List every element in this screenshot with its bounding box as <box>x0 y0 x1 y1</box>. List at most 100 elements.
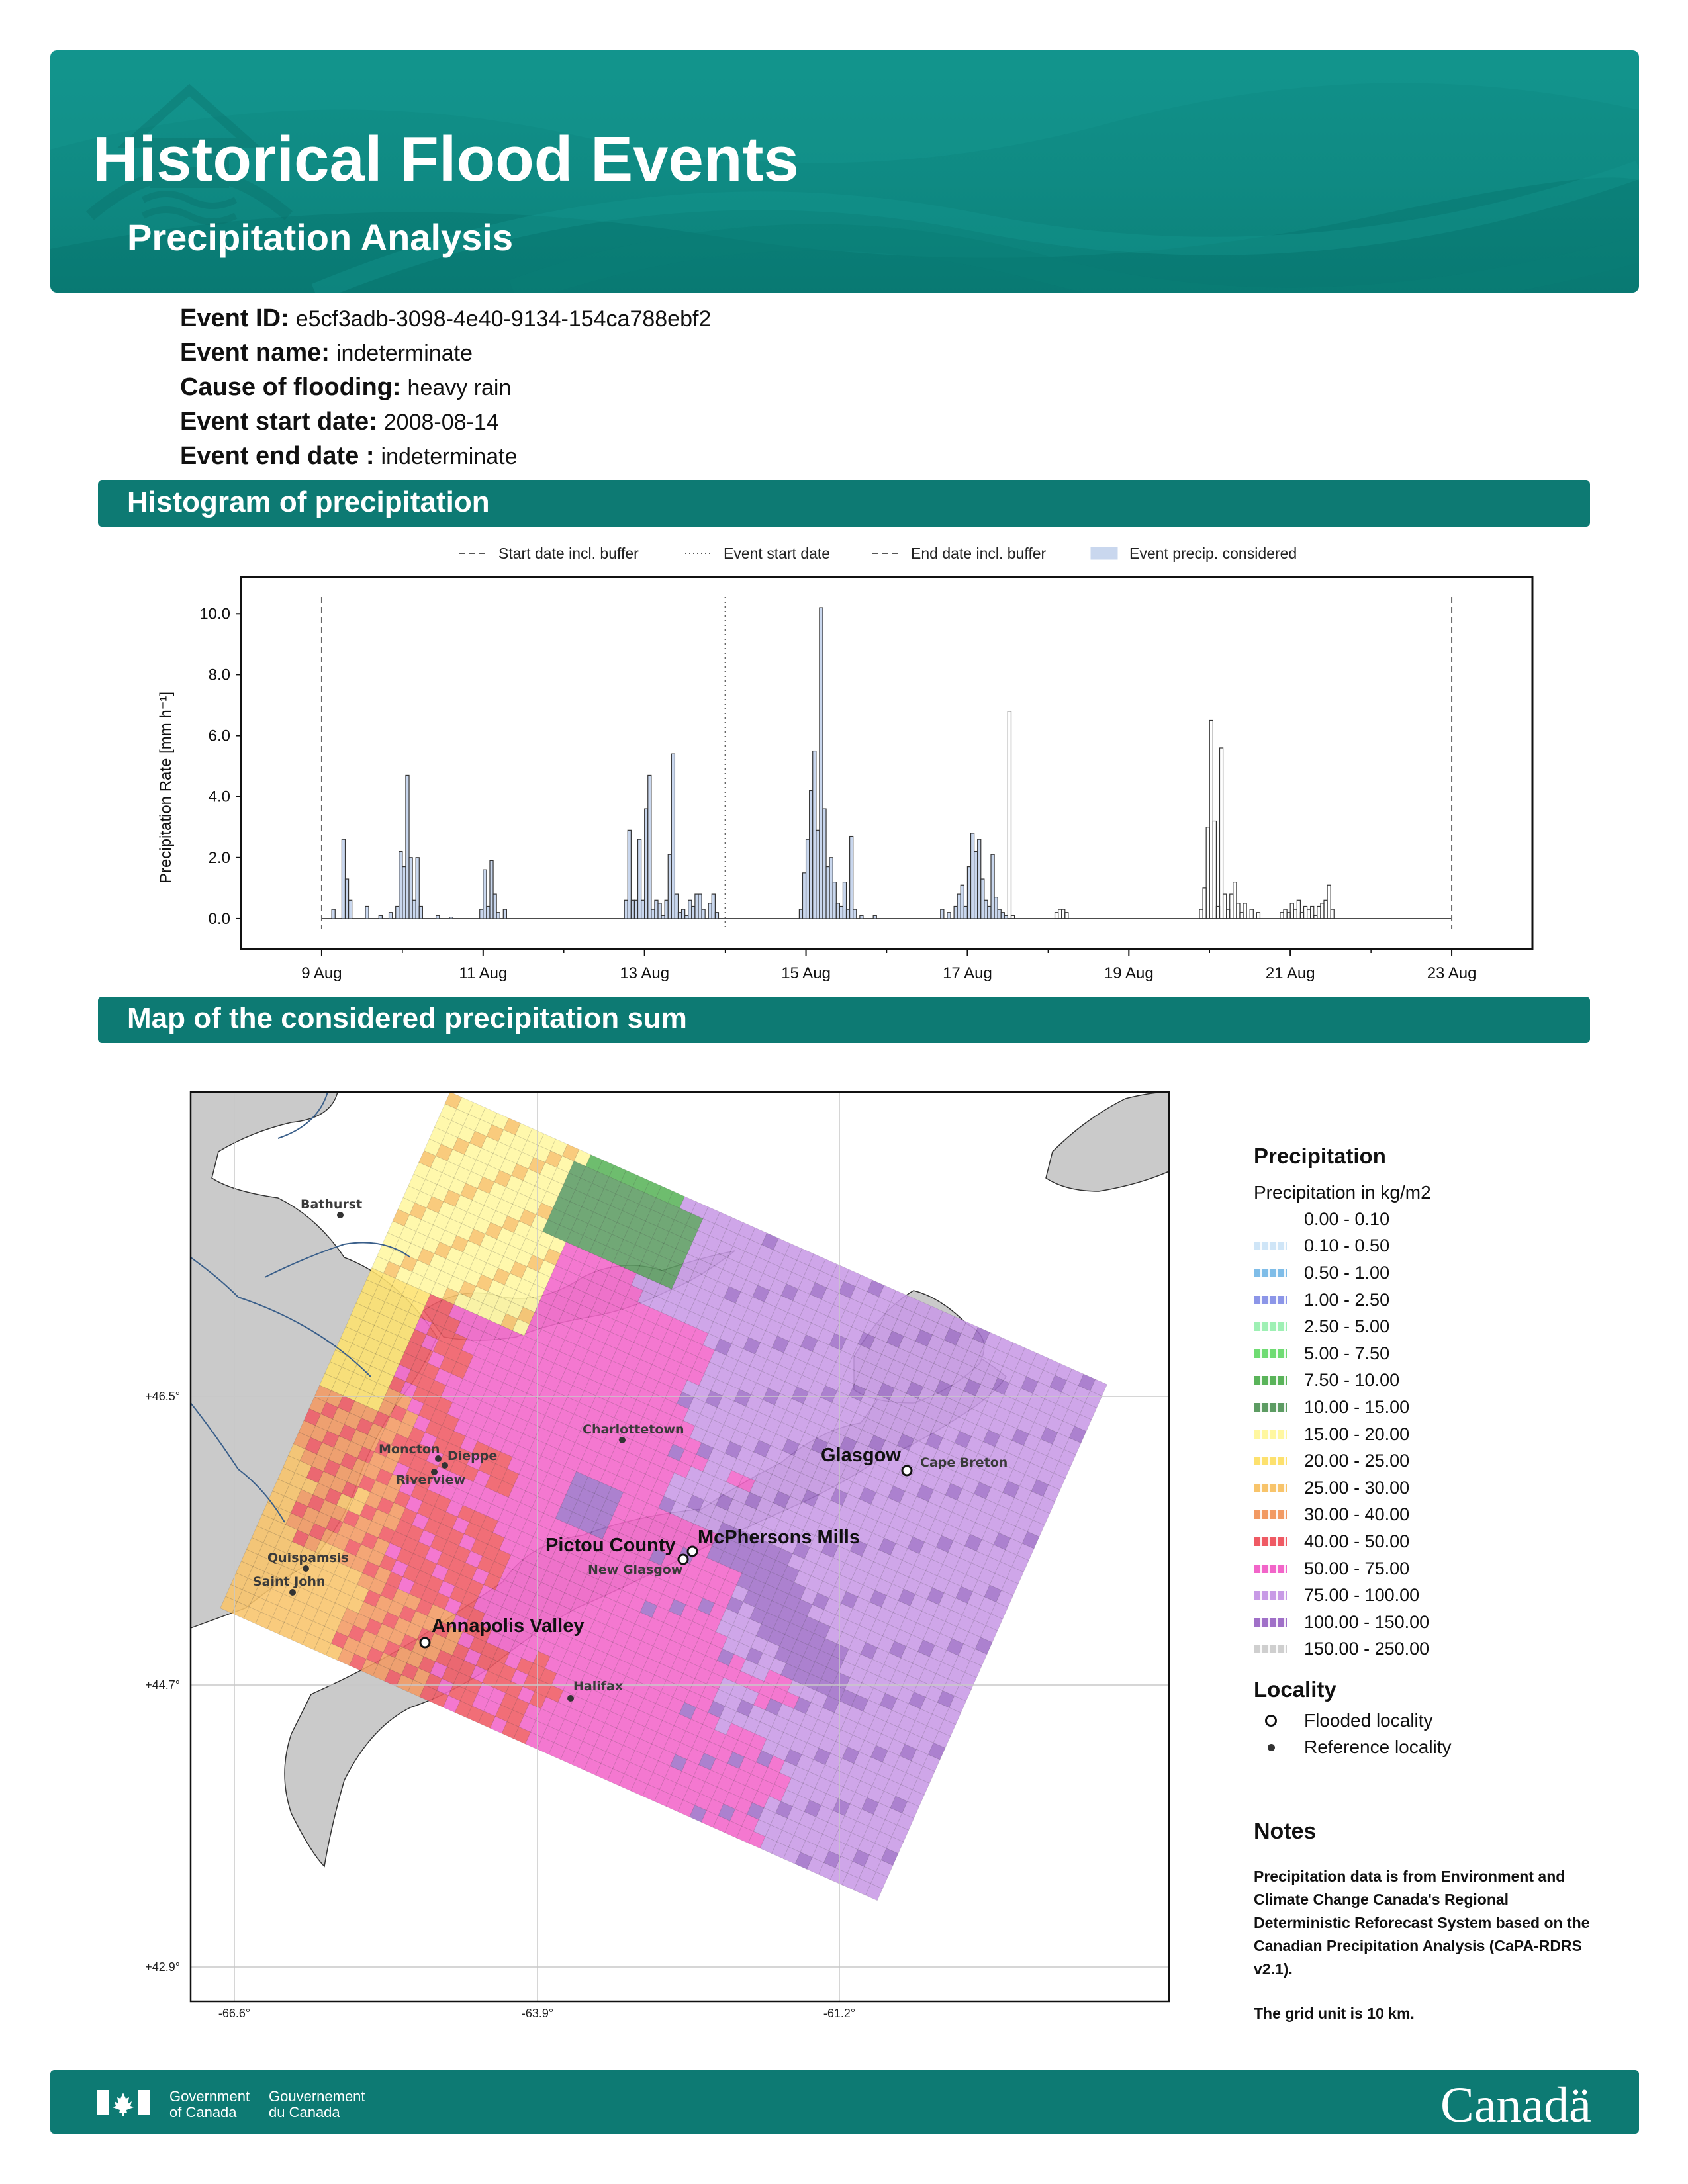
event-name-label: Event name: <box>180 339 330 367</box>
precip-bar <box>798 909 804 919</box>
precip-bar <box>688 899 692 919</box>
government-of-canada-en: Government of Canada <box>169 2088 250 2120</box>
x-tick-label: 23 Aug <box>1427 964 1477 982</box>
precip-bar <box>711 893 716 919</box>
city-label-riverview: Riverview <box>396 1473 465 1487</box>
legend-event-precip: Event precip. considered <box>1129 545 1297 562</box>
legend-class-label: 5.00 - 7.50 <box>1304 1343 1390 1363</box>
notes-paragraph: The grid unit is 10 km. <box>1254 2005 1415 2022</box>
precip-bar <box>637 839 642 919</box>
precip-bar <box>496 912 500 919</box>
precipitation-map: -66.6° -63.9° -61.2° +46.5° +44.7° +42.9… <box>145 1091 1170 2020</box>
precip-bar <box>674 893 679 919</box>
page-title: Historical Flood Events <box>93 124 799 195</box>
flooded-label-glasgow: Glasgow <box>821 1445 901 1466</box>
precip-bar <box>987 905 992 919</box>
precip-bar <box>701 909 706 919</box>
y-tick-label: 6.0 <box>209 727 230 745</box>
precip-bar <box>960 884 964 919</box>
section-histogram-header: Histogram of precipitation <box>98 480 1590 527</box>
precip-bar <box>378 915 383 919</box>
precip-bar <box>647 774 652 919</box>
x-tick-label: 15 Aug <box>781 964 831 982</box>
precip-bar <box>691 905 696 919</box>
precip-bar <box>984 899 988 919</box>
precip-bar <box>486 905 491 919</box>
legend-class-label: 7.50 - 10.00 <box>1304 1370 1400 1390</box>
x-tick-label: 17 Aug <box>943 964 992 982</box>
city-label-dieppe: Dieppe <box>447 1449 497 1463</box>
precip-bar <box>624 899 628 919</box>
precip-bar <box>664 899 669 919</box>
legend-class-row: 25.00 - 30.00 <box>1254 1475 1624 1502</box>
legend-flooded-row: Flooded locality <box>1254 1707 1624 1734</box>
legend-class-label: 20.00 - 25.00 <box>1304 1451 1410 1471</box>
precip-bar <box>418 905 423 919</box>
flooded-label-pictou-county: Pictou County <box>545 1535 676 1556</box>
precip-bar <box>940 909 945 919</box>
precip-bar <box>657 903 662 919</box>
legend-swatch <box>1254 1295 1287 1304</box>
precip-bar <box>671 753 676 919</box>
city-label-moncton: Moncton <box>379 1442 440 1457</box>
x-tick-label: 19 Aug <box>1104 964 1154 982</box>
city-label-saint-john: Saint John <box>253 1574 325 1589</box>
plot-frame <box>240 576 1534 950</box>
legend-swatch <box>1254 1537 1287 1546</box>
precip-bar <box>849 835 854 919</box>
precip-bar <box>677 912 682 919</box>
precip-bar <box>963 905 968 919</box>
precip-bar <box>694 893 699 919</box>
city-label-halifax: Halifax <box>573 1679 623 1694</box>
legend-subtitle: Precipitation in kg/m2 <box>1254 1182 1431 1203</box>
y-tick-label: 2.0 <box>209 849 230 867</box>
legend-class-label: 30.00 - 40.00 <box>1304 1504 1410 1525</box>
legend-reference-row: Reference locality <box>1254 1734 1624 1760</box>
precip-bar <box>822 808 827 919</box>
precip-bar <box>994 897 998 919</box>
legend-class-row: 0.10 - 0.50 <box>1254 1233 1624 1260</box>
legend-reference-label: Reference locality <box>1304 1737 1452 1758</box>
precip-bar <box>483 869 487 919</box>
precip-bar <box>630 899 635 919</box>
map-lon-ticks: -66.6° -63.9° -61.2° <box>218 2007 855 2020</box>
legend-swatch <box>1254 1268 1287 1277</box>
chart-legend: Start date incl. buffer Event start date… <box>459 545 1297 562</box>
legend-flooded-label: Flooded locality <box>1304 1710 1433 1731</box>
notes-body: Precipitation data is from Environment a… <box>1254 1865 1598 2046</box>
legend-class-label: 15.00 - 20.00 <box>1304 1424 1410 1444</box>
y-tick-label: 10.0 <box>199 605 230 623</box>
lat-tick: +46.5° <box>145 1390 180 1403</box>
precip-bar <box>344 878 350 919</box>
precip-bar <box>449 917 453 919</box>
map-lat-ticks: +46.5° +44.7° +42.9° <box>145 1390 180 1974</box>
legend-swatch <box>1254 1483 1287 1492</box>
precip-bar <box>957 893 961 919</box>
legend-swatch <box>1254 1349 1287 1358</box>
precip-bar <box>980 878 985 919</box>
legend-swatch <box>1254 1376 1287 1385</box>
legend-class-label: 0.00 - 0.10 <box>1304 1208 1390 1229</box>
legend-class-row: 7.50 - 10.00 <box>1254 1367 1624 1394</box>
precip-bar <box>436 915 440 919</box>
precip-bar <box>1004 915 1009 919</box>
event-start-value: 2008-08-14 <box>383 410 499 435</box>
city-label-quispamsis: Quispamsis <box>267 1551 349 1565</box>
y-axis: 0.0 2.0 4.0 6.0 8.0 10.0 <box>199 605 241 928</box>
precipitation-histogram: Start date incl. buffer Event start date… <box>157 545 1534 982</box>
section-map-header: Map of the considered precipitation sum <box>98 997 1590 1043</box>
precip-bar <box>816 829 820 919</box>
precip-bar <box>402 866 406 919</box>
precip-bar <box>829 857 833 919</box>
event-end-label: Event end date : <box>180 442 375 470</box>
precip-bar <box>698 893 702 919</box>
city-label-charlottetown: Charlottetown <box>583 1422 684 1437</box>
precip-bar <box>348 899 353 919</box>
legend-swatch <box>1254 1457 1287 1466</box>
legend-classes: 0.00 - 0.10 0.10 - 0.50 0.50 - 1.00 1.00 - … <box>1254 1206 1624 1662</box>
precip-bar <box>872 915 877 919</box>
precip-bar <box>399 850 403 919</box>
canada-wordmark: Canadä <box>1440 2077 1591 2133</box>
legend-class-row: 5.00 - 7.50 <box>1254 1340 1624 1367</box>
x-tick-label: 21 Aug <box>1266 964 1315 982</box>
